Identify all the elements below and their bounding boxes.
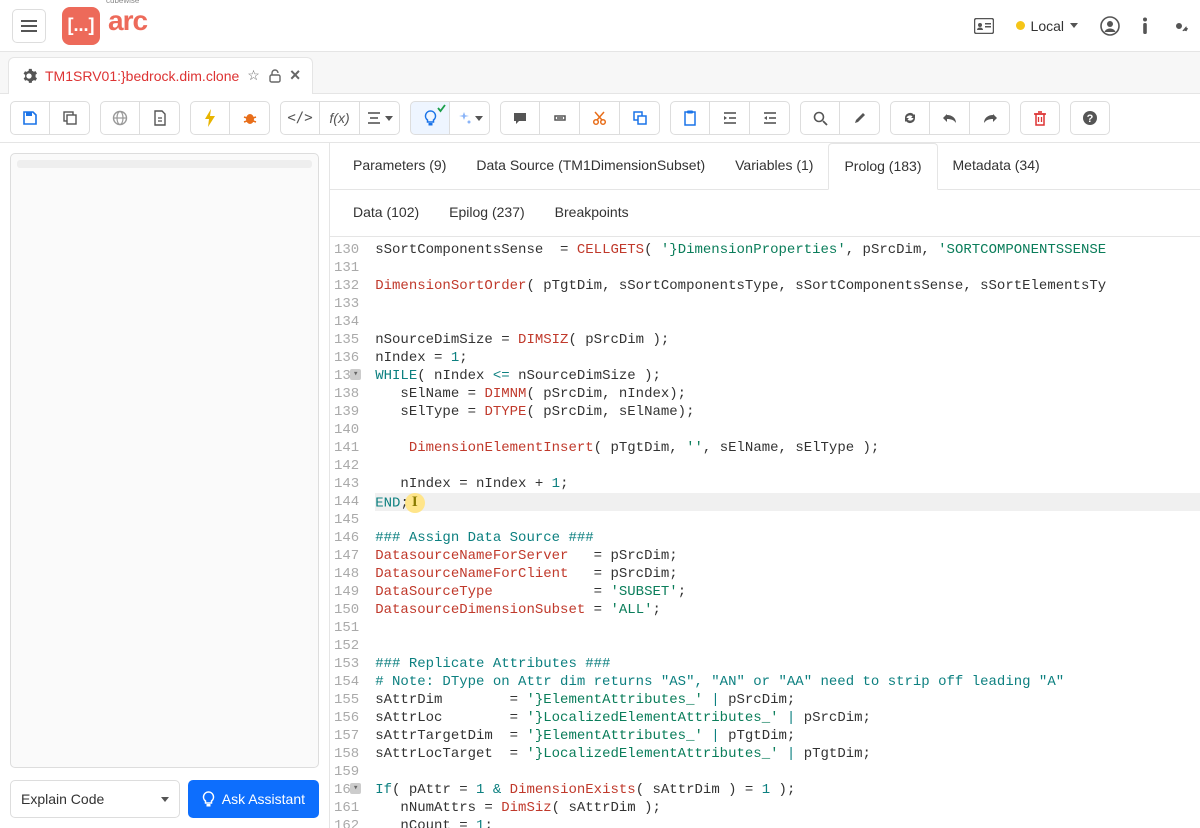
function-button[interactable]: f(x) [320, 101, 360, 135]
chevron-down-icon [161, 797, 169, 802]
svg-text:?: ? [1087, 113, 1094, 125]
redo-button[interactable] [970, 101, 1010, 135]
chevron-down-icon [1070, 23, 1078, 28]
status-dot-icon [1016, 21, 1025, 30]
lock-open-icon[interactable] [268, 69, 282, 83]
run-button[interactable] [190, 101, 230, 135]
logo-main: arc [108, 5, 147, 37]
comment-button[interactable] [500, 101, 540, 135]
tab-epilog[interactable]: Epilog (237) [434, 190, 540, 236]
tab-metadata[interactable]: Metadata (34) [938, 143, 1055, 189]
menu-toggle-button[interactable] [12, 9, 46, 43]
user-icon[interactable] [1100, 16, 1120, 36]
server-selector[interactable]: Local [1016, 18, 1078, 34]
id-card-icon[interactable] [974, 18, 994, 34]
collapse-button[interactable] [540, 101, 580, 135]
tab-parameters[interactable]: Parameters (9) [338, 143, 461, 189]
help-button[interactable]: ? [1070, 101, 1110, 135]
copy-button[interactable] [50, 101, 90, 135]
paste-button[interactable] [670, 101, 710, 135]
assistant-panel: Explain Code Ask Assistant [0, 143, 330, 828]
undo-button[interactable] [930, 101, 970, 135]
settings-gear-icon[interactable] [1170, 17, 1188, 35]
globe-button[interactable] [100, 101, 140, 135]
cut-button[interactable] [580, 101, 620, 135]
assistant-mode-label: Explain Code [21, 791, 104, 807]
align-button[interactable] [360, 101, 400, 135]
tab-datasource[interactable]: Data Source (TM1DimensionSubset) [461, 143, 720, 189]
ai-sparkle-button[interactable] [450, 101, 490, 135]
toolbar: </> f(x) ? [0, 94, 1200, 143]
ask-assistant-button[interactable]: Ask Assistant [188, 780, 319, 818]
save-button[interactable] [10, 101, 50, 135]
outdent-button[interactable] [750, 101, 790, 135]
main-area: Explain Code Ask Assistant Parameters (9… [0, 143, 1200, 828]
code-button[interactable]: </> [280, 101, 320, 135]
tab-variables[interactable]: Variables (1) [720, 143, 828, 189]
tab-prolog[interactable]: Prolog (183) [828, 143, 937, 190]
edit-pencil-button[interactable] [840, 101, 880, 135]
info-icon[interactable] [1142, 17, 1148, 35]
delete-button[interactable] [1020, 101, 1060, 135]
section-tabs-row2: Data (102) Epilog (237) Breakpoints [330, 190, 1200, 237]
app-logo-icon: [...] [62, 7, 100, 45]
file-tab-strip: TM1SRV01:}bedrock.dim.clone ☆ × [0, 52, 1200, 94]
debug-button[interactable] [230, 101, 270, 135]
search-button[interactable] [800, 101, 840, 135]
code-area[interactable]: sSortComponentsSense = CELLGETS( '}Dimen… [367, 237, 1200, 828]
indent-button[interactable] [710, 101, 750, 135]
bulb-icon [202, 791, 215, 808]
code-editor[interactable]: 130131132133134135136137▾138139140141142… [330, 237, 1200, 828]
duplicate-button[interactable] [620, 101, 660, 135]
close-tab-icon[interactable]: × [290, 65, 301, 86]
editor-panel: Parameters (9) Data Source (TM1Dimension… [330, 143, 1200, 828]
section-tabs-row1: Parameters (9) Data Source (TM1Dimension… [330, 143, 1200, 190]
assistant-output-box[interactable] [10, 153, 319, 768]
file-tab-title: TM1SRV01:}bedrock.dim.clone [45, 68, 239, 84]
star-icon[interactable]: ☆ [247, 67, 260, 84]
server-label: Local [1031, 18, 1064, 34]
process-gear-icon [21, 68, 37, 84]
bulb-toggle-button[interactable] [410, 101, 450, 135]
tab-data[interactable]: Data (102) [338, 190, 434, 236]
top-bar: [...] cubewise arc Local [0, 0, 1200, 52]
file-tab[interactable]: TM1SRV01:}bedrock.dim.clone ☆ × [8, 57, 313, 94]
ask-assistant-label: Ask Assistant [222, 791, 305, 807]
app-logo-text: cubewise arc [108, 14, 147, 37]
tab-breakpoints[interactable]: Breakpoints [540, 190, 644, 236]
line-gutter: 130131132133134135136137▾138139140141142… [330, 237, 367, 828]
refresh-button[interactable] [890, 101, 930, 135]
assistant-mode-select[interactable]: Explain Code [10, 780, 180, 818]
document-button[interactable] [140, 101, 180, 135]
